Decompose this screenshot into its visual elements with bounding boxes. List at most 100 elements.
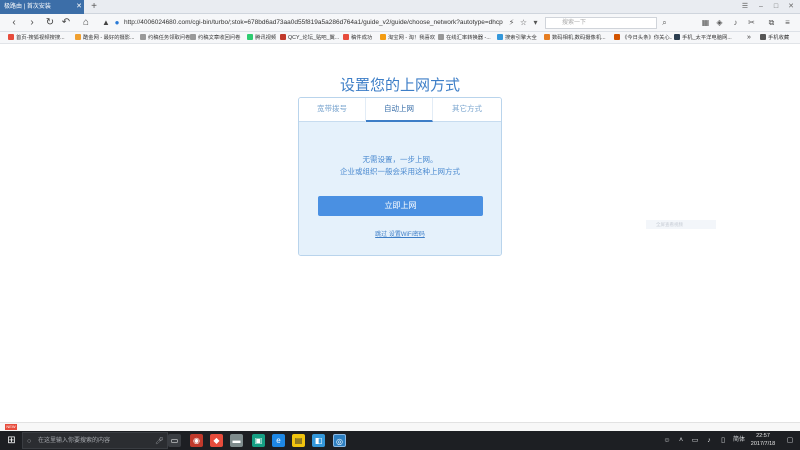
scissors-icon[interactable]: ✂ <box>746 17 757 29</box>
browser-search-placeholder: 搜索一下 <box>562 20 587 26</box>
bookmark-label: 酷金网 - 最好的摄影... <box>83 35 135 41</box>
status-strip: NEW <box>0 422 800 431</box>
store-icon[interactable]: ▣ <box>252 434 265 447</box>
bookmark-favicon-icon <box>674 34 680 40</box>
grid-apps-icon[interactable]: ▦ <box>700 17 711 29</box>
bookmark-item[interactable]: 手机_太平洋电脑网... <box>674 33 740 43</box>
bookmark-favicon-icon <box>140 34 146 40</box>
weibo-icon[interactable]: ◉ <box>190 434 203 447</box>
bookmarks-bar: 首页-搜狐视频搜搜... 酷金网 - 最好的摄影... 约稿任务领取问卷 约稿文… <box>0 32 800 44</box>
forward-icon[interactable]: › <box>26 17 38 29</box>
bookmark-label: 首页-搜狐视频搜搜... <box>16 35 65 41</box>
clock-date: 2017/7/18 <box>750 441 776 447</box>
bookmark-label: 在线汇率转换器 -... <box>446 35 491 41</box>
tab-pppoe[interactable]: 宽带拨号 <box>299 98 366 122</box>
fullscreen-video-hint[interactable]: 全屏查看视频 <box>646 220 716 229</box>
bookmark-label: 搜索引擎大全 <box>505 35 537 41</box>
battery-icon[interactable]: ▯ <box>718 435 728 446</box>
new-tab-button[interactable]: + <box>88 1 100 13</box>
minimize-icon[interactable]: – <box>756 2 766 12</box>
tray-expand-icon[interactable]: ˄ <box>676 435 686 446</box>
browser-tab-active[interactable]: 极路由 | 首次安装 <box>0 0 84 14</box>
site-info-icon[interactable]: ● <box>111 17 123 29</box>
page-title: 设置您的上网方式 <box>339 77 460 94</box>
system-clock[interactable]: 22:57 2017/7/18 <box>748 432 778 448</box>
bookmark-item[interactable]: 腾讯视频 <box>247 33 279 43</box>
skip-wifi-link[interactable]: 跳过 设置WiFi密码 <box>299 229 501 238</box>
lightning-icon[interactable]: ⚡ <box>506 17 517 29</box>
bookmark-item[interactable]: 手机收藏 <box>760 33 798 43</box>
bookmark-label: 腾讯视频 <box>255 35 277 41</box>
window-icon[interactable]: ⧉ <box>766 17 777 29</box>
bookmark-item[interactable]: 《今日头条》你关心... <box>614 33 672 43</box>
back-icon[interactable]: ‹ <box>8 17 20 29</box>
taskbar-search-input[interactable]: ○ 在这里输入你要搜索的内容 🎤︎ <box>22 432 168 449</box>
ime-indicator[interactable]: 简体 <box>732 435 746 446</box>
browser-tab-strip: 极路由 | 首次安装 ✕ + ☰ – □ ✕ <box>0 0 800 14</box>
bookmark-item[interactable]: QCY_论坛_贴吧_翼... <box>280 33 340 43</box>
bookmark-label: 数码相机,数码摄像机... <box>552 35 606 41</box>
bookmark-item[interactable]: 约稿任务领取问卷 <box>140 33 196 43</box>
bookmark-item[interactable]: 淘宝网 - 淘！我喜欢 <box>380 33 436 43</box>
speaker-icon[interactable]: ♪ <box>730 17 741 29</box>
description-line-1: 无需设置，一步上网。 <box>362 155 438 164</box>
dropdown-chevron-icon[interactable]: ▾ <box>530 17 541 29</box>
app-blue-icon[interactable]: ◧ <box>312 434 325 447</box>
bookmark-star-icon[interactable]: ☆ <box>518 17 529 29</box>
maximize-icon[interactable]: □ <box>771 2 781 12</box>
new-badge-icon[interactable]: NEW <box>5 424 17 430</box>
edge-browser-icon[interactable]: e <box>272 434 285 447</box>
address-bar[interactable]: http://4006024680.com/cgi-bin/turbo/;sto… <box>124 17 504 29</box>
bookmark-item[interactable]: 在线汇率转换器 -... <box>438 33 494 43</box>
people-icon[interactable]: ☺ <box>662 435 672 446</box>
bookmark-favicon-icon <box>280 34 286 40</box>
bookmark-favicon-icon <box>614 34 620 40</box>
bookmark-item[interactable]: 约稿文章收回问卷 <box>190 33 246 43</box>
browser-search-input[interactable]: 搜索一下 <box>545 17 657 29</box>
bookmark-item[interactable]: 搜索引擎大全 <box>497 33 543 43</box>
connection-type-tabs: 宽带拨号 自动上网 其它方式 <box>299 98 501 122</box>
bookmark-item[interactable]: 数码相机,数码摄像机... <box>544 33 614 43</box>
bookmark-favicon-icon <box>343 34 349 40</box>
browser-tab-title: 极路由 | 首次安装 <box>4 4 51 10</box>
menu-icon[interactable]: ☰ <box>740 2 750 12</box>
task-view-icon[interactable]: ▭ <box>168 434 181 447</box>
bookmark-label: QCY_论坛_贴吧_翼... <box>288 35 340 41</box>
bookmark-label: 手机_太平洋电脑网... <box>682 35 732 41</box>
network-icon[interactable]: ▭ <box>690 435 700 446</box>
notifications-icon[interactable]: ▢ <box>784 435 796 446</box>
bookmark-item[interactable]: 酷金网 - 最好的摄影... <box>75 33 137 43</box>
bookmark-favicon-icon <box>247 34 253 40</box>
bookmark-favicon-icon <box>760 34 766 40</box>
undo-icon[interactable]: ↶ <box>60 17 72 29</box>
microphone-icon[interactable]: 🎤︎ <box>155 433 164 450</box>
bookmark-item[interactable]: 首页-搜狐视频搜搜... <box>8 33 72 43</box>
file-explorer-icon[interactable]: ▤ <box>292 434 305 447</box>
bookmark-label: 约稿任务领取问卷 <box>148 35 191 41</box>
refresh-icon[interactable]: ↻ <box>44 17 56 29</box>
app-red-icon[interactable]: ◆ <box>210 434 223 447</box>
shield-icon[interactable]: ◈ <box>714 17 725 29</box>
tab-other[interactable]: 其它方式 <box>433 98 501 122</box>
setup-card: 宽带拨号 自动上网 其它方式 无需设置，一步上网。 企业或组织一般会采用这种上网… <box>298 97 502 256</box>
bookmarks-overflow-icon[interactable]: » <box>747 33 757 43</box>
bookmark-label: 约稿文章收回问卷 <box>198 35 241 41</box>
home-icon[interactable]: ⌂ <box>80 17 92 29</box>
connect-now-button[interactable]: 立即上网 <box>318 196 483 216</box>
bookmark-favicon-icon <box>438 34 444 40</box>
folder-icon[interactable]: ▬ <box>230 434 243 447</box>
bookmark-item[interactable]: 稿件成功 <box>343 33 377 43</box>
close-window-icon[interactable]: ✕ <box>786 2 796 12</box>
windows-start-icon[interactable]: ⊞ <box>6 435 17 446</box>
tab-dhcp[interactable]: 自动上网 <box>366 98 433 122</box>
volume-icon[interactable]: ♪ <box>704 435 714 446</box>
description-line-2: 企业或组织一般会采用这种上网方式 <box>340 167 460 176</box>
bookmark-label: 稿件成功 <box>351 35 373 41</box>
browser-toolbar: ‹ › ↻ ↶ ⌂ ▲ ● http://4006024680.com/cgi-… <box>0 14 800 32</box>
bookmark-label: 手机收藏 <box>768 35 790 41</box>
browser-taskbar-icon[interactable]: ◎ <box>333 434 346 447</box>
search-icon[interactable]: ⌕ <box>659 17 670 29</box>
tab-close-icon[interactable]: ✕ <box>74 0 84 14</box>
bookmark-favicon-icon <box>497 34 503 40</box>
more-menu-icon[interactable]: ≡ <box>782 17 793 29</box>
